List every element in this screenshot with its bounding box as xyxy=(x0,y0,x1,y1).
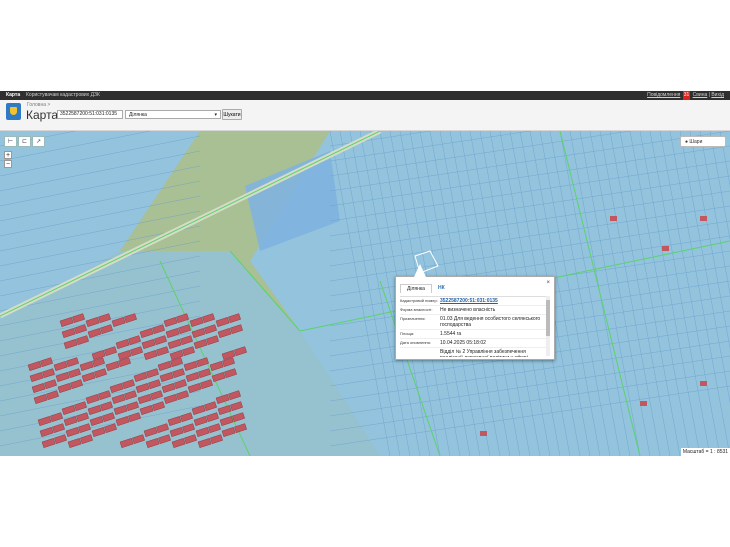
layer-select-value: Ділянка xyxy=(129,112,147,118)
ruler-icon[interactable]: ⊢ xyxy=(4,136,17,147)
logout-link[interactable]: Вихід xyxy=(711,92,724,98)
layers-button[interactable]: ● Шари xyxy=(680,136,726,147)
attr-value: Не визначено власність xyxy=(440,307,496,313)
page-title: Карта xyxy=(26,108,59,122)
popup-scrollbar[interactable] xyxy=(546,296,550,356)
coat-of-arms-logo[interactable] xyxy=(6,103,21,120)
restricted-parcel xyxy=(640,401,647,406)
layers-label: Шари xyxy=(689,139,703,145)
user-links: Повідомлення 31 Свина | Вихід xyxy=(647,91,724,100)
notification-badge: 31 xyxy=(682,91,691,100)
restricted-parcel xyxy=(610,216,617,221)
layer-select[interactable]: Ділянка ▾ xyxy=(125,110,221,119)
attr-value: Відділ № 2 Управління забезпечення реалі… xyxy=(440,349,528,357)
attr-key: Дата оновлення: xyxy=(400,340,431,345)
attr-value: 3522587200:51:031:0135 xyxy=(440,298,546,304)
zoom-controls: + − xyxy=(4,151,12,169)
map-canvas[interactable] xyxy=(0,131,730,456)
attr-row: Кадастровий номер: 3522587200:51:031:013… xyxy=(400,297,546,306)
feedback-link[interactable]: Повідомлення xyxy=(647,92,680,98)
restricted-parcel xyxy=(700,216,707,221)
signin-link[interactable]: Свина xyxy=(693,92,708,98)
attr-row: Форма власності: Не визначено власність xyxy=(400,306,546,315)
zoom-in-button[interactable]: + xyxy=(4,151,12,159)
close-icon[interactable]: × xyxy=(546,280,550,286)
pointer-icon[interactable]: ↗ xyxy=(32,136,45,147)
attr-row: Відділ № 2 Управління забезпечення реалі… xyxy=(400,348,546,357)
chevron-down-icon: ▾ xyxy=(214,112,217,118)
attr-value: 01.03 Для ведення особистого селянського… xyxy=(440,316,541,328)
area-icon[interactable]: ⊏ xyxy=(18,136,31,147)
attr-value: 1.5544 га xyxy=(440,331,462,337)
attr-key xyxy=(400,349,440,357)
attr-row: Дата оновлення: 10.04.2025 05:18:02 xyxy=(400,339,546,348)
attr-key: Площа: xyxy=(400,331,415,336)
parcel-info-popup: × Ділянка НК Кадастровий номер: 35225872… xyxy=(395,264,555,360)
parcel-attributes: Кадастровий номер: 3522587200:51:031:013… xyxy=(400,296,546,357)
attr-key: Кадастровий номер: xyxy=(400,298,438,303)
top-menu-bar: Карта Користувачам кадастрових ДЗК Повід… xyxy=(0,91,730,100)
page-header: Головна > Карта Ділянка ▾ Шукати xyxy=(0,100,730,131)
map-toolbar: ⊢ ⊏ ↗ xyxy=(4,136,46,147)
map-layer xyxy=(0,131,730,456)
popup-tabs: Ділянка НК xyxy=(400,284,451,293)
restricted-parcel xyxy=(700,381,707,386)
restricted-parcel xyxy=(662,246,669,251)
attr-value: 10.04.2025 05:18:02 xyxy=(440,340,486,346)
attr-row: Призначення: 01.03 Для ведення особистог… xyxy=(400,315,546,330)
zoom-out-button[interactable]: − xyxy=(4,160,12,168)
restricted-parcel xyxy=(480,431,487,436)
scroll-thumb[interactable] xyxy=(546,300,550,336)
cadastral-number-input[interactable] xyxy=(57,110,123,119)
tab-nk[interactable]: НК xyxy=(432,284,451,293)
popup-pointer xyxy=(414,264,426,277)
scale-label: Масштаб = 1 : 8531 xyxy=(681,448,730,456)
cadastral-number-link[interactable]: 3522587200:51:031:0135 xyxy=(440,298,498,304)
brand-label[interactable]: Карта xyxy=(6,91,20,100)
users-menu[interactable]: Користувачам кадастрових ДЗК xyxy=(26,91,100,100)
tab-parcel[interactable]: Ділянка xyxy=(400,284,432,293)
search-button[interactable]: Шукати xyxy=(222,109,242,120)
attr-key: Призначення: xyxy=(400,316,426,321)
attr-key: Форма власності: xyxy=(400,307,433,312)
attr-row: Площа: 1.5544 га xyxy=(400,330,546,339)
